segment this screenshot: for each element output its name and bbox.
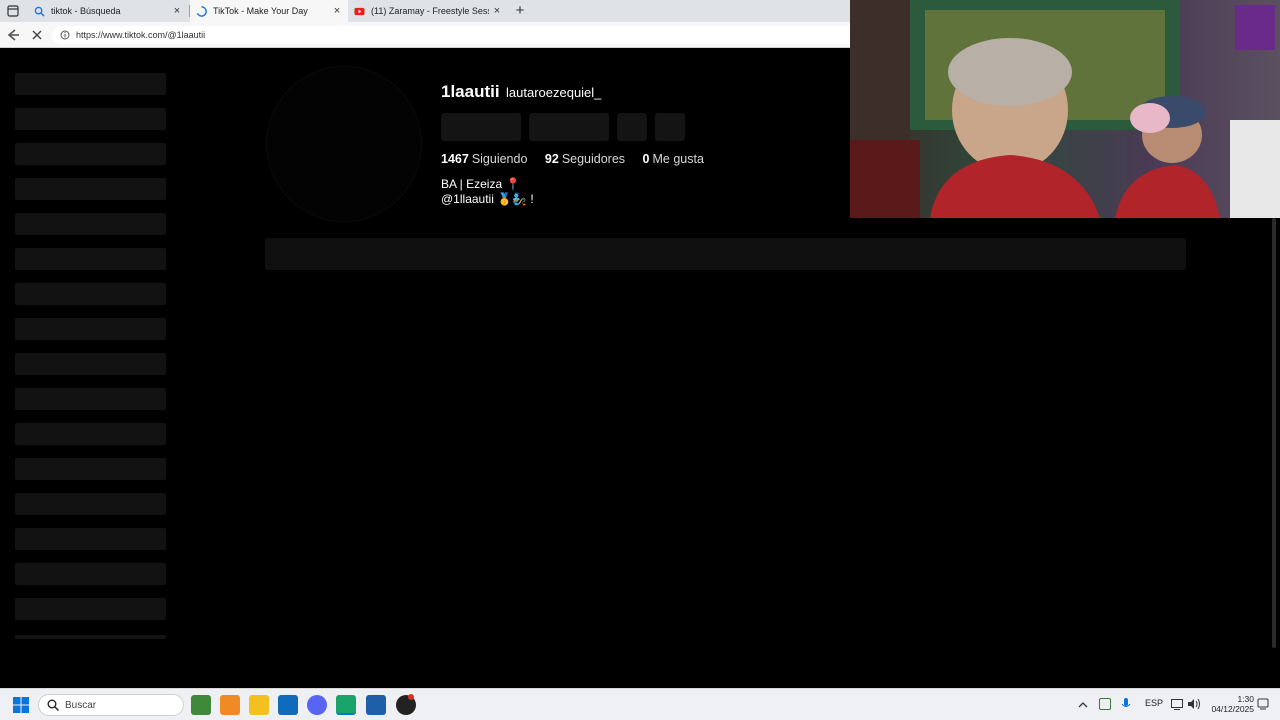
youtube-icon xyxy=(354,7,365,15)
taskbar-search-label: Buscar xyxy=(65,699,97,711)
sidebar-skeleton-row xyxy=(15,563,166,585)
address-bar-row: https://www.tiktok.com/@1laautii xyxy=(0,22,850,48)
tab-label: TikTok - Make Your Day xyxy=(213,6,308,16)
profile-nickname: lautaroezequiel_ xyxy=(506,85,602,100)
search-icon xyxy=(34,6,45,17)
search-icon xyxy=(47,699,59,711)
url-text: https://www.tiktok.com/@1laautii xyxy=(76,30,206,40)
profile-username: 1laautii xyxy=(441,82,500,101)
notifications-icon[interactable] xyxy=(1257,698,1269,710)
profile-bio-line: @1llaautii 🥇🧞 ! xyxy=(441,192,534,206)
more-options-button[interactable] xyxy=(655,113,685,141)
language-indicator[interactable]: ESP xyxy=(1145,698,1163,708)
close-tab-icon[interactable]: × xyxy=(170,4,184,18)
sidebar-skeleton-row xyxy=(15,248,166,270)
following-label: Siguiendo xyxy=(471,152,528,166)
clock-time: 1:30 xyxy=(1237,694,1254,704)
notification-dot xyxy=(408,694,414,700)
sidebar-skeleton-row xyxy=(15,108,166,130)
taskbar: Buscar ESP 1:30 04/12/2025 xyxy=(0,688,1280,720)
tab-label: (11) Zaramay - Freestyle Session xyxy=(371,6,489,16)
stop-loading-icon[interactable] xyxy=(31,29,43,41)
sidebar-skeleton-row xyxy=(15,388,166,410)
tab-actions-icon[interactable] xyxy=(7,5,19,17)
volume-icon[interactable] xyxy=(1187,698,1201,710)
likes-count: 0 xyxy=(642,152,650,166)
add-friend-button[interactable] xyxy=(617,113,647,141)
sidebar-skeleton-row xyxy=(15,528,166,550)
chevron-up-icon[interactable] xyxy=(1078,701,1088,709)
webcam-image xyxy=(850,0,1280,218)
address-bar[interactable]: https://www.tiktok.com/@1laautii xyxy=(52,26,850,44)
tray-app-icon[interactable] xyxy=(1099,698,1111,710)
message-button[interactable] xyxy=(529,113,609,141)
browser-tab-strip: tiktok - Búsqueda × TikTok - Make Your D… xyxy=(0,0,850,22)
taskbar-search[interactable]: Buscar xyxy=(38,694,184,716)
sidebar-skeleton-row xyxy=(15,143,166,165)
clock-date: 04/12/2025 xyxy=(1211,704,1254,714)
tab-label: tiktok - Búsqueda xyxy=(51,6,121,16)
store-icon[interactable] xyxy=(366,695,386,715)
sidebar-skeleton-row xyxy=(15,598,166,620)
close-tab-icon[interactable]: × xyxy=(330,4,344,18)
tab-youtube[interactable]: (11) Zaramay - Freestyle Session × xyxy=(348,0,508,22)
site-info-icon[interactable] xyxy=(60,30,70,40)
sidebar-skeleton-row xyxy=(15,635,166,639)
network-icon[interactable] xyxy=(1171,699,1183,710)
microphone-icon[interactable] xyxy=(1121,698,1131,712)
sidebar-skeleton-row xyxy=(15,283,166,305)
sidebar-skeleton-row xyxy=(15,423,166,445)
followers-label: Seguidores xyxy=(561,152,626,166)
page-scrollbar[interactable] xyxy=(1270,218,1278,648)
sidebar-skeleton-row xyxy=(15,493,166,515)
follow-button[interactable] xyxy=(441,113,521,141)
loading-spinner-icon xyxy=(196,5,207,17)
tab-search[interactable]: tiktok - Búsqueda × xyxy=(28,0,188,22)
profile-tabs-skeleton xyxy=(265,238,1186,270)
followers-count[interactable]: 92 xyxy=(545,152,559,166)
sidebar-skeleton-row xyxy=(15,353,166,375)
sidebar-skeleton-row xyxy=(15,73,166,95)
webcam-overlay xyxy=(850,0,1280,218)
edge-browser-icon[interactable] xyxy=(336,695,356,715)
windows-start-icon[interactable] xyxy=(13,697,29,713)
avatar[interactable] xyxy=(266,66,422,222)
sidebar-skeleton-row xyxy=(15,458,166,480)
sidebar-skeleton-row xyxy=(15,318,166,340)
discord-icon[interactable] xyxy=(307,695,327,715)
minecraft-app-icon[interactable] xyxy=(191,695,211,715)
profile-bio-line: BA | Ezeiza 📍 xyxy=(441,177,521,191)
new-tab-button[interactable]: + xyxy=(512,3,528,19)
likes-label: Me gusta xyxy=(652,152,704,166)
close-tab-icon[interactable]: × xyxy=(490,4,504,18)
system-clock[interactable]: 1:30 04/12/2025 xyxy=(1204,694,1254,714)
scrollbar-thumb[interactable] xyxy=(1272,218,1276,648)
back-arrow-icon[interactable] xyxy=(6,28,20,42)
outlook-icon[interactable] xyxy=(278,695,298,715)
following-count[interactable]: 1467 xyxy=(441,152,469,166)
sidebar-skeleton-row xyxy=(15,178,166,200)
tab-tiktok[interactable]: TikTok - Make Your Day × xyxy=(190,0,348,22)
sidebar-skeleton-row xyxy=(15,213,166,235)
file-explorer-icon[interactable] xyxy=(249,695,269,715)
profile-stats: 1467 Siguiendo 92 Seguidores 0 Me gusta xyxy=(441,152,718,166)
app-icon[interactable] xyxy=(220,695,240,715)
